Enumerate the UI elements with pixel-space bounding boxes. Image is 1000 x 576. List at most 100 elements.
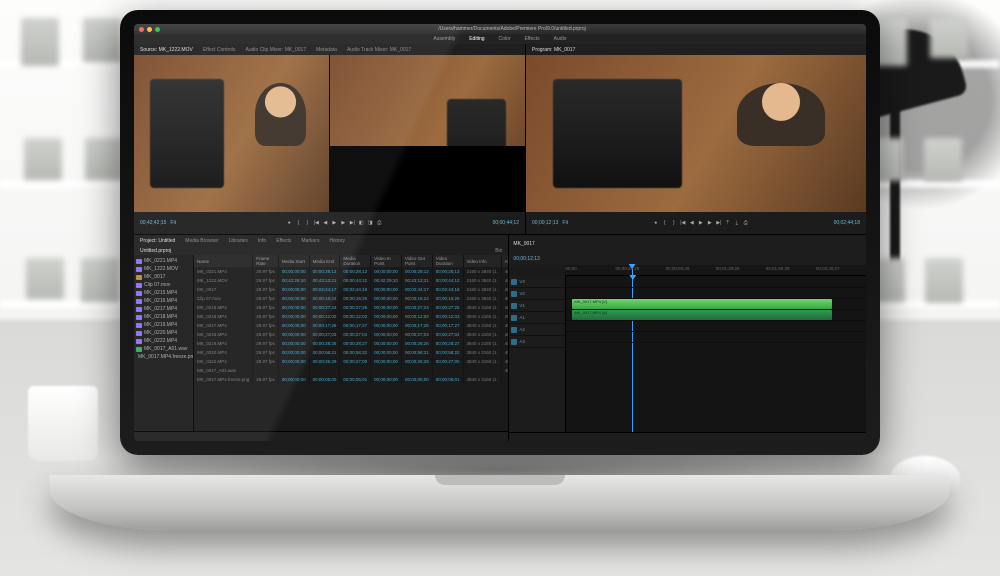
track-header[interactable]: A2 xyxy=(509,324,565,336)
table-row[interactable]: MK_0222.MP429.97 fps00;00;00;0000;00;26;… xyxy=(194,357,508,366)
ws-tab-editing[interactable]: Editing xyxy=(469,36,484,42)
timeline-clip[interactable]: MK_0017.MP4 [V] xyxy=(572,299,832,309)
mark-in-icon[interactable]: { xyxy=(295,220,302,227)
tree-item[interactable]: MK_0217.MP4 xyxy=(136,305,191,313)
src-tab-metadata[interactable]: Metadata xyxy=(316,47,337,53)
table-row[interactable]: MK_0218.MP429.97 fps00;00;00;0000;00;27;… xyxy=(194,330,508,339)
tree-item[interactable]: MK_0221.MP4 xyxy=(136,257,191,265)
ws-tab-assembly[interactable]: Assembly xyxy=(434,36,456,42)
source-monitor[interactable] xyxy=(134,55,525,212)
proj-tab-project[interactable]: Project: Untitled xyxy=(140,238,175,244)
table-row[interactable]: MK_1222.MOV29.97 fps00;42;29;1000;43;13;… xyxy=(194,276,508,285)
column-header[interactable]: Video Info xyxy=(463,255,501,267)
prog-fit-dropdown[interactable]: Fit xyxy=(562,220,568,226)
sequence-tab[interactable]: MK_0017 xyxy=(513,241,534,247)
track-toggle-icon[interactable] xyxy=(511,339,517,345)
tree-item[interactable]: MK_0219.MP4 xyxy=(136,321,191,329)
table-row[interactable]: MK_0017.MP4.freeze.png29.97 fps00;00;00;… xyxy=(194,375,508,384)
table-row[interactable]: MK_0220.MP429.97 fps00;00;00;0000;00;58;… xyxy=(194,348,508,357)
play-icon[interactable]: ▶ xyxy=(331,220,338,227)
column-header[interactable]: Name xyxy=(194,255,253,267)
table-row[interactable]: MK_0215.MP429.97 fps00;00;00;0000;00;27;… xyxy=(194,303,508,312)
timeline-clip[interactable]: MK_0017.MP4 [A] xyxy=(572,310,832,320)
tree-item[interactable]: MK_0017_A01.wav xyxy=(136,345,191,353)
tree-item[interactable]: MK_0216.MP4 xyxy=(136,297,191,305)
tree-item[interactable]: MK_0017 xyxy=(136,273,191,281)
src-tab-audiotrackmixer[interactable]: Audio Track Mixer: MK_0017 xyxy=(347,47,411,53)
table-row[interactable]: MK_0217.MP429.97 fps00;00;00;0000;00;17;… xyxy=(194,321,508,330)
track-toggle-icon[interactable] xyxy=(511,279,517,285)
step-back-icon[interactable]: ◀ xyxy=(322,220,329,227)
column-header[interactable]: Video Out Point xyxy=(401,255,432,267)
p-step-fwd-icon[interactable]: ▶ xyxy=(706,220,713,227)
insert-icon[interactable]: ◧ xyxy=(358,220,365,227)
timeline-ruler[interactable]: 00;0000;00;29;2900;00;59;2900;01;29;2800… xyxy=(565,265,866,276)
column-header[interactable]: Audio Info xyxy=(501,255,508,267)
tree-item[interactable]: MK_0215.MP4 xyxy=(136,289,191,297)
track-header[interactable]: A3 xyxy=(509,336,565,348)
minimize-icon[interactable] xyxy=(147,27,152,32)
prog-tab[interactable]: Program: MK_0017 xyxy=(532,47,575,53)
prog-timecode[interactable]: 00;00;12;13 xyxy=(532,220,558,226)
p-lift-icon[interactable]: ⤒ xyxy=(724,220,731,227)
timeline-tracks[interactable]: MK_0017.MP4 [V]MK_0017.MP4 [A] xyxy=(566,276,866,432)
track-header[interactable]: V1 xyxy=(509,300,565,312)
column-header[interactable]: Media End xyxy=(309,255,340,267)
table-row[interactable]: MK_0216.MP429.97 fps00;00;00;0000;00;12;… xyxy=(194,312,508,321)
src-fit-dropdown[interactable]: Fit xyxy=(170,220,176,226)
mark-out-icon[interactable]: } xyxy=(304,220,311,227)
project-list[interactable]: NameFrame RateMedia StartMedia EndMedia … xyxy=(194,255,508,431)
tree-item[interactable]: MK_0222.MP4 xyxy=(136,337,191,345)
close-icon[interactable] xyxy=(139,27,144,32)
zoom-icon[interactable] xyxy=(155,27,160,32)
export-frame-icon[interactable]: ⎙ xyxy=(376,220,383,227)
p-goto-in-icon[interactable]: |◀ xyxy=(679,220,686,227)
proj-tab-effects[interactable]: Effects xyxy=(276,238,291,244)
ws-tab-color[interactable]: Color xyxy=(499,36,511,42)
tree-item[interactable]: MK_0017.MP4.freeze.png xyxy=(136,353,191,361)
table-row[interactable]: MK_0221.MP429.97 fps00;00;00;0000;00;28;… xyxy=(194,267,508,276)
table-row[interactable]: MK_0219.MP429.97 fps00;00;00;0000;00;28;… xyxy=(194,339,508,348)
p-add-marker-icon[interactable]: ● xyxy=(652,220,659,227)
tree-item[interactable]: MK_0220.MP4 xyxy=(136,329,191,337)
track-header[interactable]: V3 xyxy=(509,276,565,288)
proj-tab-libraries[interactable]: Libraries xyxy=(229,238,248,244)
src-timecode-in[interactable]: 00;42;42;15 xyxy=(140,220,166,226)
tree-item[interactable]: MK_0218.MP4 xyxy=(136,313,191,321)
p-play-icon[interactable]: ▶ xyxy=(697,220,704,227)
table-row[interactable]: Clip 07.mov29.97 fps00;00;00;0000;00;16;… xyxy=(194,294,508,303)
track-toggle-icon[interactable] xyxy=(511,327,517,333)
track-toggle-icon[interactable] xyxy=(511,315,517,321)
add-marker-icon[interactable]: ● xyxy=(286,220,293,227)
overwrite-icon[interactable]: ◨ xyxy=(367,220,374,227)
track-toggle-icon[interactable] xyxy=(511,303,517,309)
ws-tab-effects[interactable]: Effects xyxy=(524,36,539,42)
proj-tab-history[interactable]: History xyxy=(329,238,345,244)
p-step-back-icon[interactable]: ◀ xyxy=(688,220,695,227)
p-mark-out-icon[interactable]: } xyxy=(670,220,677,227)
goto-in-icon[interactable]: |◀ xyxy=(313,220,320,227)
src-tab-audioclipmixer[interactable]: Audio Clip Mixer: MK_0017 xyxy=(246,47,307,53)
program-monitor[interactable] xyxy=(526,55,866,212)
src-tab-clip[interactable]: Source: MK_1222.MOV xyxy=(140,47,193,53)
column-header[interactable]: Video In Point xyxy=(371,255,402,267)
column-header[interactable]: Media Start xyxy=(278,255,309,267)
tree-item[interactable]: MK_1222.MOV xyxy=(136,265,191,273)
track-lane[interactable] xyxy=(566,331,866,343)
tree-item[interactable]: Clip 07.mov xyxy=(136,281,191,289)
src-tab-effectcontrols[interactable]: Effect Controls xyxy=(203,47,236,53)
proj-tab-mediabrowser[interactable]: Media Browser xyxy=(185,238,218,244)
proj-tab-info[interactable]: Info xyxy=(258,238,266,244)
project-tree[interactable]: MK_0221.MP4MK_1222.MOVMK_0017Clip 07.mov… xyxy=(134,255,194,431)
ws-tab-audio[interactable]: Audio xyxy=(554,36,567,42)
table-row[interactable]: MK_0017_A01.wav48000 Hz - Multichannel xyxy=(194,366,508,375)
timeline-timecode[interactable]: 00;00;12;13 xyxy=(513,256,539,262)
p-export-frame-icon[interactable]: ⎙ xyxy=(742,220,749,227)
goto-out-icon[interactable]: ▶| xyxy=(349,220,356,227)
p-mark-in-icon[interactable]: { xyxy=(661,220,668,227)
column-header[interactable]: Media Duration xyxy=(340,255,371,267)
p-extract-icon[interactable]: ⤓ xyxy=(733,220,740,227)
table-row[interactable]: MK_001729.97 fps00;00;00;0000;02;44;1700… xyxy=(194,285,508,294)
p-goto-out-icon[interactable]: ▶| xyxy=(715,220,722,227)
track-header[interactable]: V2 xyxy=(509,288,565,300)
